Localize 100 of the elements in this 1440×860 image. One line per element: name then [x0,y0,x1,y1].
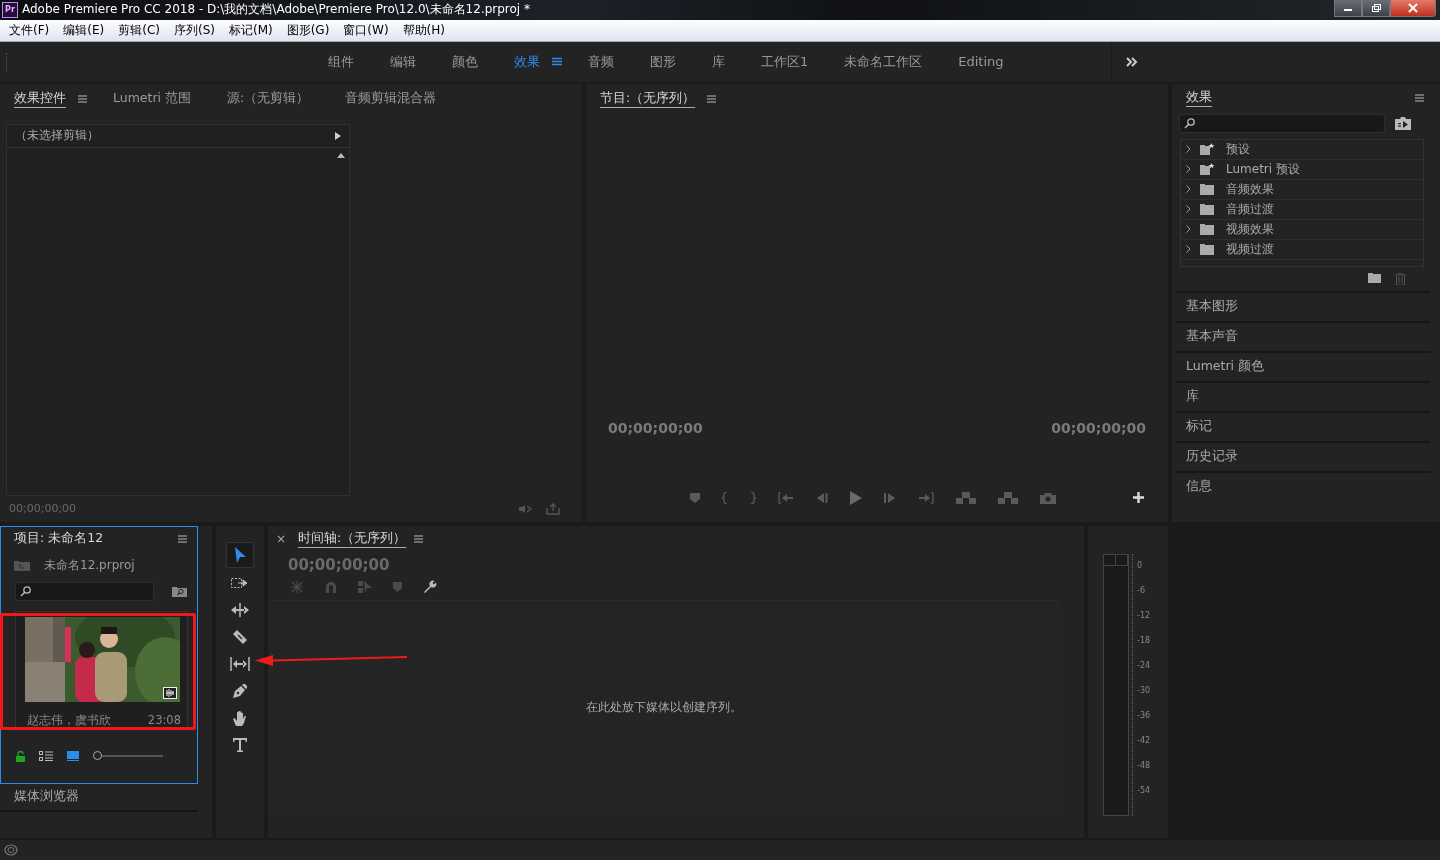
panel-tab[interactable]: 节目:（无序列） [594,90,702,108]
menu-icon[interactable] [414,534,424,543]
folder-up-icon[interactable] [14,560,30,572]
lock-icon[interactable] [16,750,25,762]
step-back-icon[interactable] [816,492,828,503]
clip-header: （未选择剪辑） [15,127,99,145]
meter-scale-label: -6 [1136,584,1146,597]
close-button[interactable] [1390,0,1436,17]
icon-view-icon[interactable] [67,751,79,762]
lift-icon[interactable] [956,491,976,504]
close-tab-button[interactable]: × [276,531,287,546]
star-folder-icon [1200,163,1215,176]
panel-tab[interactable]: 效果控件 [8,90,72,108]
workspace-tab[interactable]: Editing [944,54,1018,70]
trash-icon[interactable] [1395,272,1406,285]
panel-header[interactable]: 历史记录 [1176,440,1430,471]
new-folder-icon[interactable] [1368,272,1381,283]
folder-icon [1200,203,1215,216]
panel-title: 项目: 未命名12 [14,530,104,548]
menu-item[interactable]: 窗口(W) [336,21,396,39]
meter-scale-label: -54 [1136,784,1151,797]
menu-icon[interactable] [707,94,717,103]
nest-icon[interactable] [290,580,304,593]
effect-folder-item[interactable]: 预设 [1181,139,1423,160]
export-icon[interactable] [546,502,560,515]
search-field[interactable] [1179,114,1385,134]
type-icon [233,737,247,752]
workspace-tab[interactable]: 工作区1 [747,52,823,71]
restore-button[interactable] [1362,0,1390,17]
effect-folder-item[interactable]: 视频过渡 [1181,239,1423,260]
panel-header[interactable]: Lumetri 颜色 [1176,350,1430,381]
panel-tab[interactable]: 源:（无剪辑） [221,90,316,108]
audio-icon[interactable] [518,503,532,514]
effect-folder-item[interactable]: 视频效果 [1181,219,1423,240]
effect-folder-item[interactable]: Lumetri 预设 [1181,159,1423,180]
folder-icon [1200,223,1215,236]
workspace-tab[interactable]: 效果 [500,52,554,71]
panel-tab[interactable]: 音频剪辑混合器 [339,90,443,108]
menu-icon[interactable] [552,57,562,67]
scroll-up-icon[interactable] [337,152,345,158]
workspace-tab[interactable]: 颜色 [438,52,492,71]
search-field[interactable] [15,581,154,601]
effect-folder-item[interactable]: 音频过渡 [1181,199,1423,220]
marker-icon[interactable] [690,492,700,503]
panel-tab[interactable]: Lumetri 范围 [107,90,198,108]
more-icon[interactable] [1126,56,1138,67]
menu-icon[interactable] [178,534,187,543]
panel-tab[interactable]: 时间轴:（无序列） [292,530,413,548]
extract-icon[interactable] [998,491,1018,504]
workspace-tab[interactable]: 音频 [574,52,628,71]
bin-icon[interactable] [1395,117,1411,131]
effect-folder-item[interactable]: 音频效果 [1181,179,1423,200]
go-to-out-icon[interactable] [918,491,934,504]
slip-icon [230,656,250,671]
timecode: 00;00;00;00 [1051,419,1146,438]
project-file-name: 未命名12.prproj [44,557,135,575]
list-view-icon[interactable] [39,751,53,762]
camera-icon[interactable] [1040,491,1056,504]
workspace-tab[interactable]: 组件 [314,52,368,71]
audio-video-icon [163,686,177,699]
tool-button[interactable] [226,541,254,568]
play-icon[interactable] [850,490,862,505]
step-forward-icon[interactable] [884,492,896,503]
slider-thumb[interactable] [93,751,102,761]
find-bin-icon[interactable] [172,585,187,597]
add-button-icon[interactable] [1133,492,1144,504]
menu-item[interactable]: 帮助(H) [395,21,452,39]
linked-selection-icon[interactable] [358,580,372,593]
workspace-tab[interactable]: 图形 [636,52,690,71]
panel-header[interactable]: 信息 [1176,470,1430,501]
menu-item[interactable]: 标记(M) [221,21,280,39]
panel-title: 效果 [1185,89,1213,107]
panel-tab[interactable]: 媒体浏览器 [14,788,79,806]
workspace-tab[interactable]: 编辑 [376,52,430,71]
minimize-button[interactable] [1334,0,1362,17]
workspace-tab[interactable]: 未命名工作区 [830,52,937,71]
go-to-in-icon[interactable] [778,491,794,504]
menu-icon[interactable] [1415,93,1424,102]
menu-item[interactable]: 图形(G) [279,21,337,39]
clip-duration: 23:08 [147,712,181,728]
wrench-icon[interactable] [423,579,437,594]
menu-item[interactable]: 序列(S) [166,21,222,39]
track-select-icon [231,576,249,589]
close-icon [1407,3,1419,13]
menu-item[interactable]: 编辑(E) [56,21,112,39]
snap-icon[interactable] [325,580,337,593]
panel-header[interactable]: 基本图形 [1176,290,1430,321]
mark-in-icon[interactable] [722,491,728,504]
menu-item[interactable]: 剪辑(C) [111,21,167,39]
clip-card[interactable]: 赵志伟，虞书欣 23:08 [15,610,188,729]
expand-icon[interactable] [335,131,341,140]
marker-icon[interactable] [393,581,402,592]
panel-header[interactable]: 库 [1176,380,1430,411]
menu-icon[interactable] [78,94,87,103]
window-title: Adobe Premiere Pro CC 2018 - D:\我的文档\Adobe\Premiere Pro\12.0\未命名12.prproj * [22,1,531,19]
panel-header[interactable]: 基本声音 [1176,320,1430,351]
mark-out-icon[interactable] [750,491,756,504]
menu-item[interactable]: 文件(F) [2,21,57,39]
panel-header[interactable]: 标记 [1176,410,1430,441]
workspace-tab[interactable]: 库 [698,52,739,71]
